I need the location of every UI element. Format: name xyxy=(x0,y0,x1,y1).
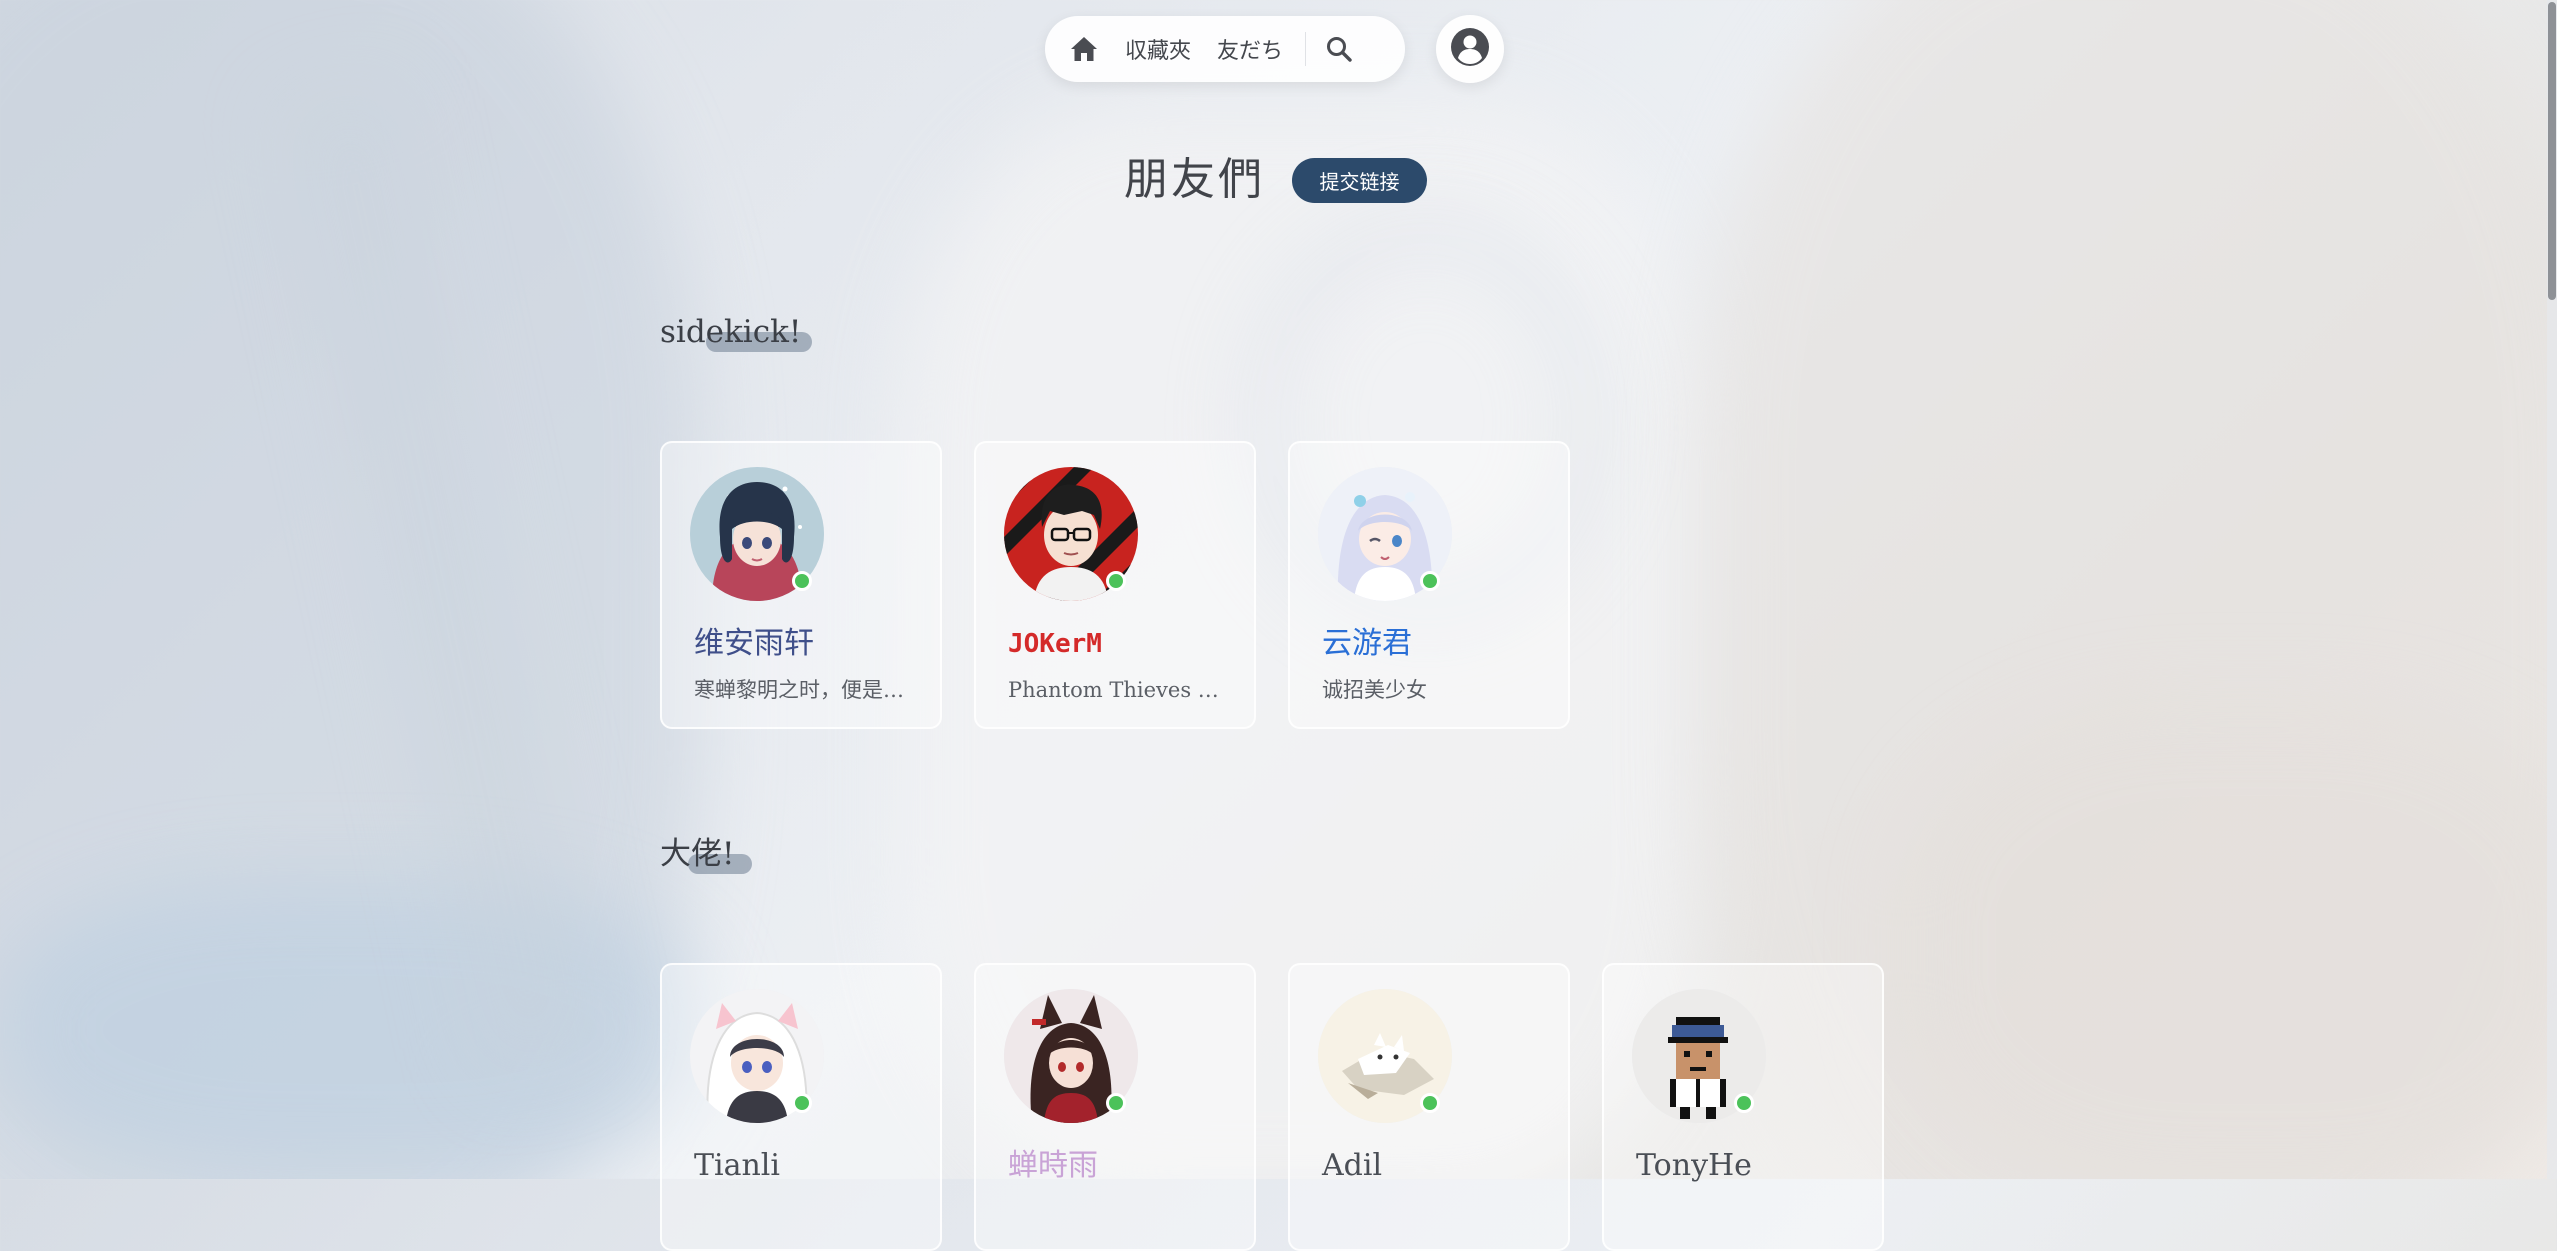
section-title-text: 大佬! xyxy=(660,836,735,872)
friend-card[interactable]: 蝉時雨 xyxy=(974,963,1256,1251)
friend-card[interactable]: TonyHe xyxy=(1602,963,1884,1251)
user-circle-icon xyxy=(1450,27,1490,71)
friend-card[interactable]: 云游君 诚招美少女 xyxy=(1288,441,1570,729)
friend-name: 维安雨轩 xyxy=(694,626,814,661)
friend-name: TonyHe xyxy=(1636,1148,1752,1183)
friend-name: 云游君 xyxy=(1322,626,1412,661)
user-menu-button[interactable] xyxy=(1436,15,1504,83)
home-icon[interactable] xyxy=(1069,36,1099,62)
online-indicator xyxy=(1420,1093,1440,1113)
section-title-text: sidekick! xyxy=(660,314,802,350)
nav-divider xyxy=(1305,32,1307,66)
page-title: 朋友們 xyxy=(1124,154,1265,205)
friend-name: Tianli xyxy=(694,1148,781,1183)
background-scene xyxy=(0,0,2557,1179)
online-indicator xyxy=(792,571,812,591)
friend-description: 诚招美少女 xyxy=(1322,678,1427,702)
friend-card[interactable]: 维安雨轩 寒蝉黎明之时，便是… xyxy=(660,441,942,729)
online-indicator xyxy=(1734,1093,1754,1113)
friend-name: 蝉時雨 xyxy=(1008,1148,1098,1183)
friend-description: 寒蝉黎明之时，便是… xyxy=(694,678,904,702)
scrollbar-thumb[interactable] xyxy=(2548,2,2556,300)
section-title-bigshots: 大佬! xyxy=(660,834,752,874)
section-title-sidekick: sidekick! xyxy=(660,312,812,352)
online-indicator xyxy=(792,1093,812,1113)
nav-link-friends[interactable]: 友だち xyxy=(1217,33,1283,65)
page-scrollbar[interactable] xyxy=(2547,0,2557,1179)
online-indicator xyxy=(1106,571,1126,591)
online-indicator xyxy=(1420,571,1440,591)
friend-description: Phantom Thieves o… xyxy=(1008,678,1228,702)
nav-link-favorites[interactable]: 収藏夾 xyxy=(1125,33,1191,65)
friend-card[interactable]: Adil xyxy=(1288,963,1570,1251)
top-nav: 収藏夾 友だち xyxy=(1045,16,1405,82)
online-indicator xyxy=(1106,1093,1126,1113)
friend-name: Adil xyxy=(1322,1148,1383,1183)
friend-card[interactable]: Tianli xyxy=(660,963,942,1251)
friend-name: JOKerM xyxy=(1008,629,1102,659)
submit-link-button[interactable]: 提交链接 xyxy=(1292,158,1427,203)
search-icon[interactable] xyxy=(1324,34,1354,64)
friend-card[interactable]: JOKerM Phantom Thieves o… xyxy=(974,441,1256,729)
